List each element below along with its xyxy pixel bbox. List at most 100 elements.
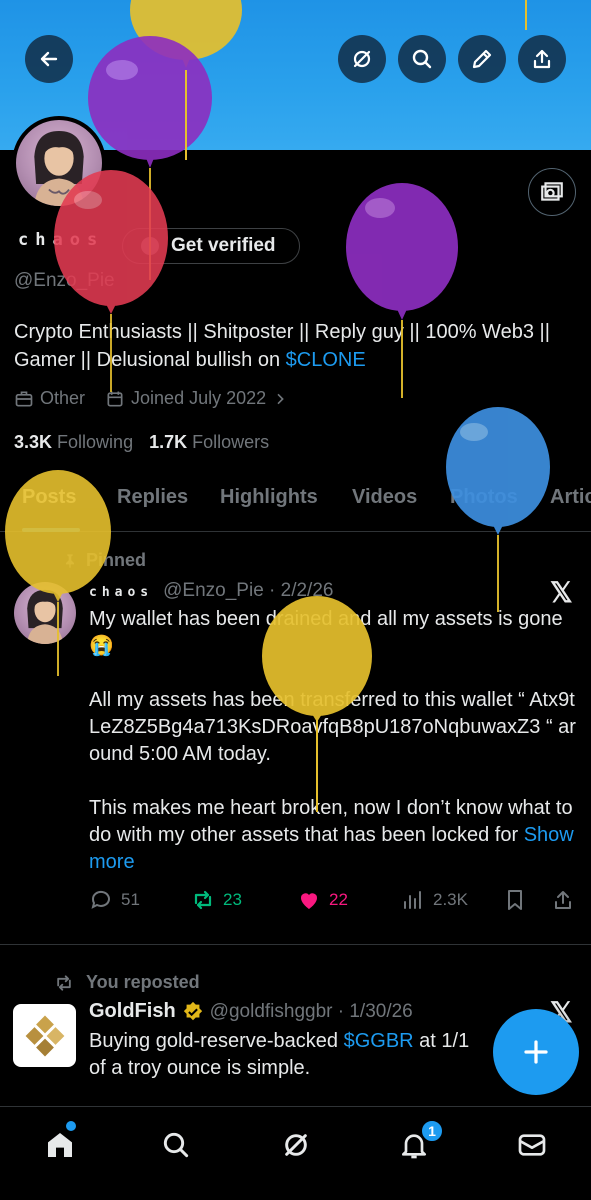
joined-item[interactable]: Joined July 2022 <box>105 388 288 409</box>
x-logo-icon: 𝕏 <box>550 577 573 608</box>
nav-search[interactable] <box>156 1125 196 1165</box>
post-header: chaos @Enzo_Pie · 2/2/26 <box>89 580 333 602</box>
joined-label: Joined July 2022 <box>131 388 267 408</box>
tab-posts[interactable]: Posts <box>22 486 76 509</box>
share-icon <box>555 891 571 909</box>
heart-icon <box>300 893 318 909</box>
repost-body[interactable]: Buying gold-reserve-backed $GGBR at 1/1 … <box>89 1028 489 1082</box>
profile-meta: Other Joined July 2022 <box>14 388 308 409</box>
repost-meta: @goldfishggbr · 1/30/26 <box>209 1000 413 1022</box>
bookmark-icon <box>508 890 522 910</box>
repost-author-name[interactable]: GoldFish <box>89 1000 176 1023</box>
home-notification-dot <box>66 1121 76 1131</box>
verified-badge-icon <box>141 237 159 255</box>
edit-button[interactable] <box>458 35 506 83</box>
avatar-illustration <box>27 589 63 644</box>
active-tab-indicator <box>22 528 80 532</box>
pencil-icon <box>472 49 492 69</box>
post-paragraph-1: My wallet has been drained and all my as… <box>89 608 563 657</box>
post-divider <box>0 944 591 945</box>
tab-highlights[interactable]: Highlights <box>220 486 318 509</box>
profile-handle: @Enzo_Pie <box>14 270 115 291</box>
search-icon <box>163 1132 189 1158</box>
bookmark-button[interactable] <box>503 888 527 912</box>
repost-icon <box>194 890 212 910</box>
pinned-indicator: Pinned <box>62 550 146 571</box>
camera-icon <box>541 182 563 201</box>
nav-messages[interactable] <box>512 1125 552 1165</box>
post-paragraph-3-text: This makes me heart broken, now I don’t … <box>89 797 573 846</box>
post-meta: @Enzo_Pie · 2/2/26 <box>163 580 334 601</box>
repost-count: 23 <box>223 890 242 909</box>
home-icon <box>48 1133 72 1157</box>
category-label: Other <box>40 388 86 408</box>
followers-link[interactable]: 1.7K Followers <box>149 432 269 453</box>
post-paragraph-2: All my assets has been transferred to th… <box>89 689 576 765</box>
get-verified-button[interactable]: Get verified <box>122 228 300 264</box>
followers-count: 1.7K <box>149 432 188 452</box>
following-label: Following <box>57 432 134 452</box>
follow-stats: 3.3K Following 1.7K Followers <box>14 432 269 453</box>
tab-videos[interactable]: Videos <box>352 486 417 509</box>
nav-home[interactable] <box>40 1125 80 1165</box>
reply-icon <box>91 890 110 909</box>
following-link[interactable]: 3.3K Following <box>14 432 133 453</box>
view-count: 2.3K <box>433 890 468 909</box>
get-verified-label: Get verified <box>171 235 276 256</box>
plus-icon <box>524 1040 548 1064</box>
analytics-icon <box>404 891 421 909</box>
repost-header: GoldFish @goldfishggbr · 1/30/26 <box>89 1000 413 1023</box>
goldfish-logo-icon <box>25 1015 64 1056</box>
following-count: 3.3K <box>14 432 53 452</box>
post-author-name[interactable]: chaos <box>89 585 153 600</box>
calendar-icon <box>107 391 123 406</box>
profile-tabs: Posts Replies Highlights Videos Photos A… <box>0 474 591 532</box>
bottom-navigation: 1 <box>0 1106 591 1200</box>
post-author-avatar[interactable] <box>14 582 76 644</box>
gold-verified-icon <box>183 1001 202 1020</box>
repost-label: You reposted <box>86 972 200 992</box>
display-name: chaos <box>18 230 105 250</box>
pinned-label: Pinned <box>86 550 147 570</box>
repost-cashtag-link[interactable]: $GGBR <box>344 1030 414 1052</box>
grok-button[interactable] <box>338 35 386 83</box>
profile-avatar[interactable] <box>12 116 106 210</box>
profile-bio: Crypto Enthusiasts || Shitposter || Repl… <box>14 318 584 374</box>
bio-cashtag-link[interactable]: $CLONE <box>286 349 366 371</box>
category-item: Other <box>14 388 85 409</box>
bio-text: Crypto Enthusiasts || Shitposter || Repl… <box>14 321 550 371</box>
post-share-button[interactable] <box>551 888 575 912</box>
nav-grok[interactable] <box>276 1125 316 1165</box>
reply-button[interactable]: 51 <box>89 888 140 912</box>
arrow-left-icon <box>40 51 58 67</box>
reply-count: 51 <box>121 890 140 909</box>
views-button[interactable]: 2.3K <box>401 888 468 912</box>
chevron-right-icon <box>277 393 284 404</box>
repost-indicator: You reposted <box>54 972 200 993</box>
followers-label: Followers <box>192 432 270 452</box>
post-body[interactable]: My wallet has been drained and all my as… <box>89 606 584 903</box>
grok-icon <box>285 1134 307 1156</box>
repost-button[interactable]: 23 <box>191 888 242 912</box>
tab-photos[interactable]: Photos <box>450 486 518 509</box>
search-button[interactable] <box>398 35 446 83</box>
mail-icon <box>518 1134 546 1156</box>
repost-text-start: Buying gold-reserve-backed <box>89 1030 344 1052</box>
goldfish-avatar[interactable] <box>13 1004 76 1067</box>
tab-replies[interactable]: Replies <box>117 486 188 509</box>
media-camera-button[interactable] <box>528 168 576 216</box>
upload-icon <box>533 49 551 69</box>
back-button[interactable] <box>25 35 73 83</box>
avatar-illustration <box>34 130 84 206</box>
post-actions: 51 23 22 2.3K <box>89 888 579 918</box>
post-paragraph-3: This makes me heart broken, now I don’t … <box>89 795 584 876</box>
briefcase-icon <box>15 391 33 406</box>
tab-articles[interactable]: Artic <box>550 486 591 509</box>
share-button[interactable] <box>518 35 566 83</box>
compose-button[interactable] <box>493 1009 579 1095</box>
grok-icon <box>353 50 371 68</box>
like-count: 22 <box>329 890 348 909</box>
repost-icon <box>57 974 71 991</box>
like-button[interactable]: 22 <box>297 888 348 912</box>
search-icon <box>412 49 432 69</box>
